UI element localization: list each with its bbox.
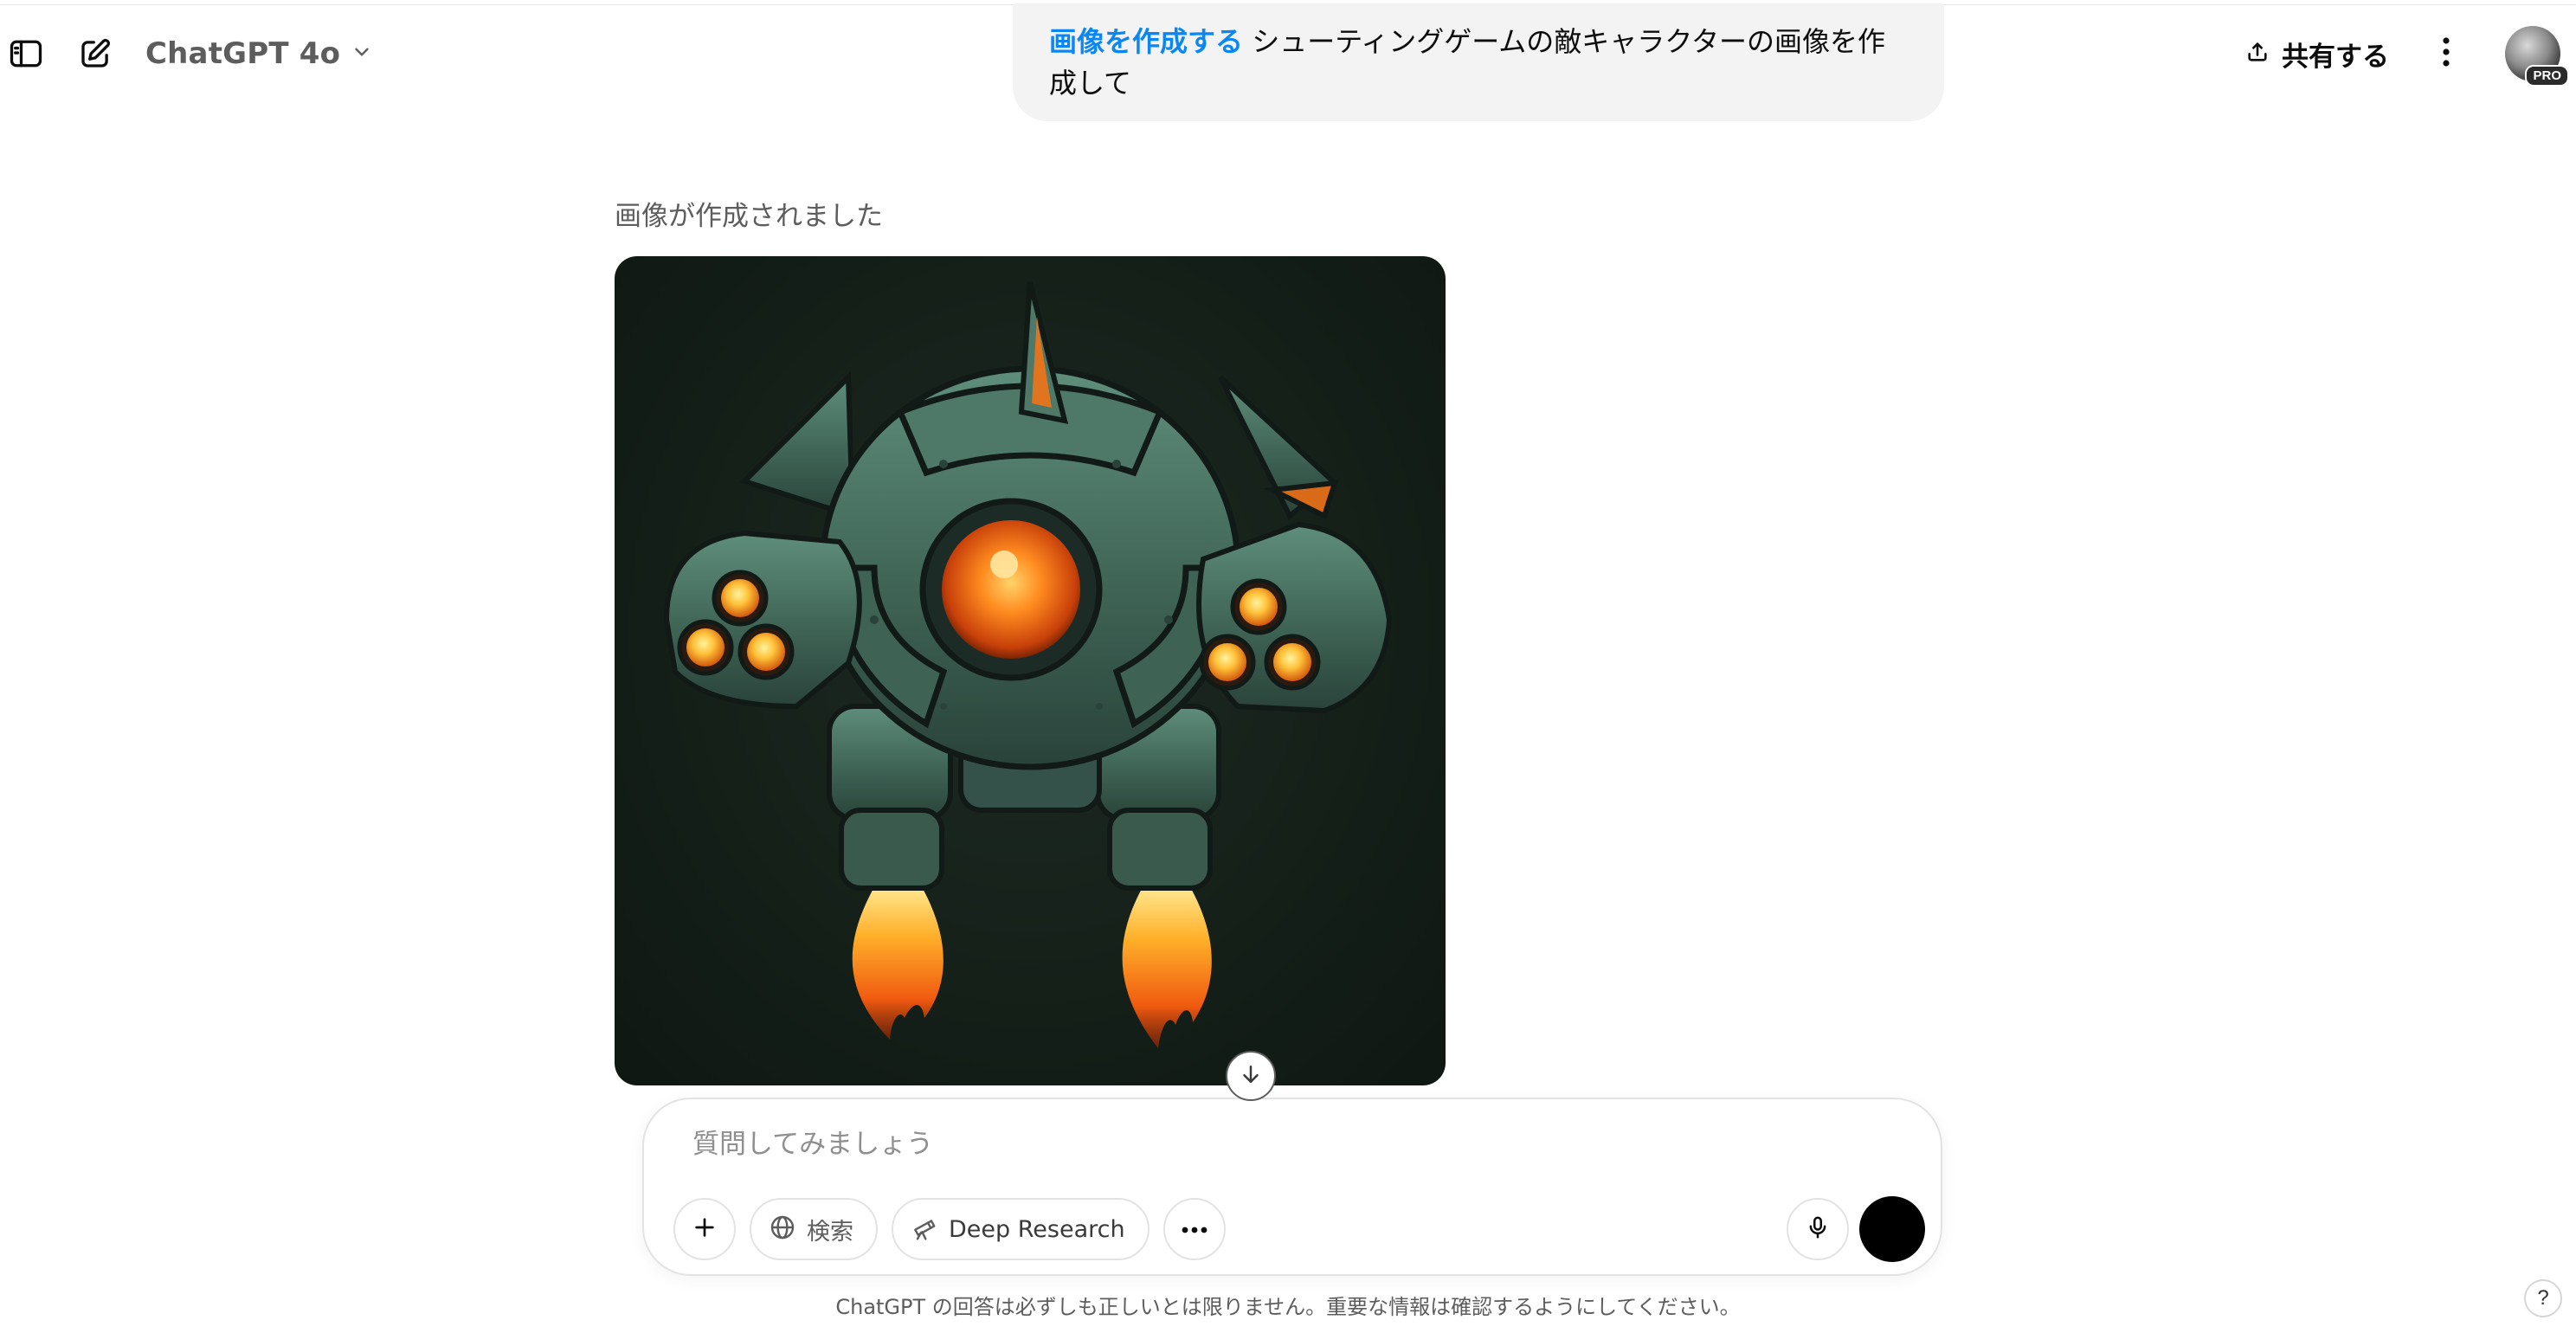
telescope-icon (911, 1214, 938, 1245)
globe-icon (769, 1214, 796, 1245)
microphone-icon (1805, 1214, 1831, 1244)
user-message-bubble: 画像を作成する シューティングゲームの敵キャラクターの画像を作成して (1013, 3, 1944, 121)
share-button[interactable]: 共有する (2228, 26, 2406, 81)
attach-button[interactable] (673, 1198, 736, 1260)
help-button[interactable]: ? (2524, 1279, 2562, 1317)
model-selector[interactable]: ChatGPT 4o (145, 29, 382, 78)
voice-mode-button[interactable] (1859, 1196, 1925, 1262)
sidebar-toggle-button[interactable] (2, 29, 50, 78)
chevron-down-icon (351, 41, 373, 67)
new-chat-icon (77, 35, 113, 72)
more-options-button[interactable] (2422, 29, 2470, 78)
disclaimer-text: ChatGPT の回答は必ずしも正しいとは限りません。重要な情報は確認するように… (835, 1295, 1741, 1319)
header-right: 共有する PRO (2228, 23, 2576, 87)
more-tools-button[interactable] (1162, 1198, 1226, 1260)
composer-tools: 検索 Deep Research (673, 1198, 1226, 1260)
sidebar-toggle-icon (7, 35, 45, 73)
image-created-status: 画像が作成されました (615, 201, 883, 232)
ellipsis-icon (1181, 1221, 1208, 1238)
arrow-down-icon (1238, 1061, 1264, 1091)
deep-research-label: Deep Research (949, 1215, 1125, 1243)
generated-image[interactable] (615, 256, 1446, 1085)
deep-research-button[interactable]: Deep Research (892, 1198, 1150, 1260)
message-composer: 検索 Deep Research (642, 1098, 1942, 1276)
model-name: ChatGPT 4o (145, 36, 341, 71)
pro-badge: PRO (2525, 65, 2569, 87)
prompt-input[interactable] (692, 1118, 1818, 1170)
plus-icon (691, 1214, 718, 1245)
new-chat-button[interactable] (71, 29, 119, 78)
header-left: ChatGPT 4o (0, 29, 382, 78)
share-label: 共有する (2282, 41, 2389, 73)
more-vertical-icon (2440, 36, 2452, 71)
search-label: 検索 (807, 1218, 853, 1246)
scroll-down-button[interactable] (1226, 1051, 1276, 1101)
user-avatar[interactable]: PRO (2505, 26, 2569, 87)
create-image-tag: 画像を作成する (1049, 25, 1244, 58)
share-upload-icon (2245, 40, 2270, 68)
search-button[interactable]: 検索 (750, 1198, 878, 1260)
dictate-button[interactable] (1787, 1198, 1849, 1260)
